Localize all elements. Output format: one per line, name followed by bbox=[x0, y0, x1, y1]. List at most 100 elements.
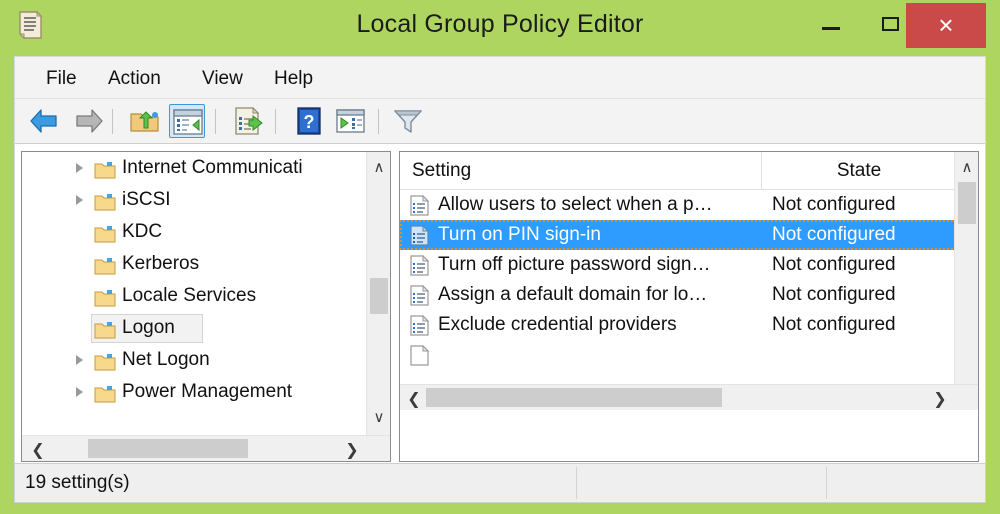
setting-state: Not configured bbox=[772, 314, 896, 335]
svg-text:?: ? bbox=[304, 112, 315, 132]
settings-list-panel: Setting State Allow users to select when… bbox=[399, 151, 979, 462]
setting-name: Turn off picture password sign… bbox=[438, 254, 711, 275]
tree-item-locale-services[interactable]: Locale Services bbox=[22, 280, 367, 312]
policy-setting-icon bbox=[410, 194, 430, 216]
folder-icon bbox=[94, 351, 116, 371]
setting-state: Not configured bbox=[772, 284, 896, 305]
chevron-right-icon[interactable] bbox=[76, 195, 83, 205]
setting-name: Turn on PIN sign-in bbox=[438, 224, 601, 245]
status-divider bbox=[826, 467, 827, 499]
list-hscroll-thumb[interactable] bbox=[426, 388, 722, 407]
list-row[interactable]: Assign a default domain for lo… Not conf… bbox=[400, 280, 956, 310]
tree-item-label: Power Management bbox=[122, 381, 293, 402]
setting-state: Not configured bbox=[772, 254, 896, 275]
tree-item-internet-communication[interactable]: Internet Communicati bbox=[22, 152, 367, 184]
setting-name: Exclude credential providers bbox=[438, 314, 677, 335]
chevron-right-icon[interactable] bbox=[76, 355, 83, 365]
list-row[interactable]: Allow users to select when a p… Not conf… bbox=[400, 190, 956, 220]
policy-setting-icon bbox=[410, 314, 430, 336]
policy-setting-icon bbox=[410, 224, 430, 246]
list-row[interactable]: Turn off picture password sign… Not conf… bbox=[400, 250, 956, 280]
tree-item-kdc[interactable]: KDC bbox=[22, 216, 367, 248]
chevron-right-icon[interactable] bbox=[76, 163, 83, 173]
list-row[interactable]: Exclude credential providers Not configu… bbox=[400, 310, 956, 340]
tree-vertical-scrollbar[interactable]: ∧ ∨ bbox=[366, 152, 390, 435]
tree-item-power-management[interactable]: Power Management bbox=[22, 376, 367, 408]
scroll-up-icon[interactable]: ∧ bbox=[959, 160, 975, 175]
show-hide-console-tree-button[interactable] bbox=[169, 104, 205, 138]
back-button[interactable] bbox=[27, 104, 63, 138]
menu-file[interactable]: File bbox=[39, 65, 84, 92]
tree-item-label: KDC bbox=[122, 221, 163, 242]
folder-icon bbox=[94, 223, 116, 243]
list-row-partial[interactable] bbox=[400, 340, 956, 370]
scroll-down-icon[interactable]: ∨ bbox=[371, 410, 387, 425]
tree-item-label: Internet Communicati bbox=[122, 157, 303, 178]
tree-item-iscsi[interactable]: iSCSI bbox=[22, 184, 367, 216]
tree-item-label: Locale Services bbox=[122, 285, 257, 306]
chevron-right-icon[interactable] bbox=[76, 387, 83, 397]
tree-horizontal-scrollbar[interactable]: ❮ ❯ bbox=[22, 435, 390, 461]
menu-action[interactable]: Action bbox=[101, 65, 168, 92]
menu-bar: File Action View Help bbox=[15, 57, 985, 99]
up-one-level-button[interactable] bbox=[127, 104, 163, 138]
local-group-policy-editor-window: Local Group Policy Editor × File Action … bbox=[0, 0, 1000, 514]
folder-icon bbox=[94, 191, 116, 211]
toolbar-separator bbox=[215, 109, 216, 134]
toolbar-separator bbox=[378, 109, 379, 134]
tree-item-label: Net Logon bbox=[122, 349, 210, 370]
title-bar: Local Group Policy Editor × bbox=[0, 0, 1000, 50]
console-tree[interactable]: Internet Communicati iSCSI KDC Kerberos … bbox=[22, 152, 367, 435]
policy-setting-icon bbox=[410, 284, 430, 306]
filter-button[interactable] bbox=[390, 104, 426, 138]
status-text: 19 setting(s) bbox=[25, 472, 130, 493]
status-bar: 19 setting(s) bbox=[14, 463, 986, 503]
tree-item-kerberos[interactable]: Kerberos bbox=[22, 248, 367, 280]
toolbar: ? bbox=[15, 99, 985, 144]
export-list-button[interactable] bbox=[231, 104, 267, 138]
toolbar-separator bbox=[112, 109, 113, 134]
maximize-icon bbox=[882, 17, 899, 31]
client-area: File Action View Help ? Internet Communi… bbox=[14, 56, 986, 496]
console-tree-panel: Internet Communicati iSCSI KDC Kerberos … bbox=[21, 151, 391, 462]
scroll-left-icon[interactable]: ❮ bbox=[406, 391, 422, 407]
column-header-setting[interactable]: Setting bbox=[400, 152, 762, 189]
menu-view[interactable]: View bbox=[195, 65, 250, 92]
tree-item-label: Logon bbox=[122, 317, 175, 338]
setting-state: Not configured bbox=[772, 224, 896, 245]
properties-button[interactable] bbox=[332, 104, 368, 138]
forward-button[interactable] bbox=[70, 104, 106, 138]
list-vertical-scrollbar[interactable]: ∧ ∨ bbox=[954, 152, 978, 410]
folder-icon bbox=[94, 255, 116, 275]
tree-hscroll-thumb[interactable] bbox=[88, 439, 248, 458]
scroll-left-icon[interactable]: ❮ bbox=[30, 442, 46, 458]
setting-name: Allow users to select when a p… bbox=[438, 194, 713, 215]
setting-state: Not configured bbox=[772, 194, 896, 215]
list-column-headers: Setting State bbox=[400, 152, 956, 190]
folder-icon bbox=[94, 319, 116, 339]
minimize-icon bbox=[822, 27, 840, 30]
tree-item-logon[interactable]: Logon bbox=[22, 312, 367, 344]
policy-setting-icon bbox=[410, 344, 430, 366]
setting-name: Assign a default domain for lo… bbox=[438, 284, 708, 305]
settings-list[interactable]: Allow users to select when a p… Not conf… bbox=[400, 190, 956, 384]
list-vscroll-thumb[interactable] bbox=[958, 182, 976, 224]
folder-icon bbox=[94, 287, 116, 307]
tree-item-net-logon[interactable]: Net Logon bbox=[22, 344, 367, 376]
menu-help[interactable]: Help bbox=[267, 65, 320, 92]
help-button[interactable]: ? bbox=[290, 104, 326, 138]
folder-icon bbox=[94, 159, 116, 179]
list-row[interactable]: Turn on PIN sign-in Not configured bbox=[400, 220, 956, 250]
tree-item-label: iSCSI bbox=[122, 189, 171, 210]
tree-vscroll-thumb[interactable] bbox=[370, 278, 388, 314]
scroll-right-icon[interactable]: ❯ bbox=[344, 442, 360, 458]
minimize-button[interactable] bbox=[800, 0, 862, 47]
close-icon: × bbox=[938, 10, 954, 40]
close-button[interactable]: × bbox=[906, 3, 986, 48]
scroll-up-icon[interactable]: ∧ bbox=[371, 160, 387, 175]
scroll-right-icon[interactable]: ❯ bbox=[932, 391, 948, 407]
toolbar-separator bbox=[275, 109, 276, 134]
status-divider bbox=[576, 467, 577, 499]
list-horizontal-scrollbar[interactable]: ❮ ❯ bbox=[400, 384, 978, 410]
column-header-state[interactable]: State bbox=[762, 152, 956, 189]
